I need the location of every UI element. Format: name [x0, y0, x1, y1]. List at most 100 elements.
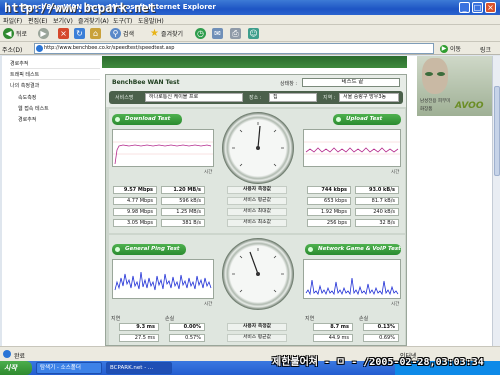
upload-test-title: Upload Test — [346, 116, 383, 122]
nav-divider — [10, 68, 100, 69]
menu-help[interactable]: 도움말(H) — [138, 16, 164, 25]
minimize-button[interactable]: _ — [459, 2, 470, 13]
latency-column-label: 지연 — [305, 316, 315, 322]
toolbar: ◀ 뒤로 ▶ × ↻ ⌂ ⚲ 검색 ★ 즐겨찾기 ◷ ✉ ⎙ ☺ — [0, 25, 500, 42]
gauge-needle — [257, 125, 261, 149]
row-label: 서비스 평균값 — [227, 334, 287, 342]
scrollbar-thumb[interactable] — [494, 86, 500, 176]
menu-view[interactable]: 보기(V) — [53, 16, 73, 25]
download-bytes-value: 596 kB/s — [161, 197, 205, 205]
download-upload-row: 3.05 Mbps 381 B/s 서비스 최소값 256 bps 32 B/s — [109, 219, 405, 228]
status-dot-icon — [336, 117, 341, 122]
upload-bytes-value: 240 kB/s — [355, 208, 399, 216]
gauge-needle — [249, 251, 259, 275]
mail-button[interactable]: ✉ — [212, 27, 223, 40]
home-button[interactable]: ⌂ — [90, 27, 101, 40]
address-url: http://www.benchbee.co.kr/speedtest/spee… — [44, 45, 175, 51]
ad-banner[interactable]: 남성전용 피부미 화장품 AVOO — [417, 56, 492, 116]
gauge-tick — [273, 163, 277, 167]
banner-logo: AVOO — [455, 101, 484, 111]
banner-caption: 화장품 — [420, 107, 433, 112]
start-button[interactable]: 시작 — [0, 361, 32, 375]
site-nav-subitem[interactable]: 웹 접속 테스트 — [18, 105, 49, 112]
speed-gauge — [222, 112, 294, 184]
download-mbps-value: 3.05 Mbps — [113, 219, 157, 227]
upload-kbps-value: 653 kbps — [307, 197, 351, 205]
download-graph-svg — [113, 141, 213, 165]
search-button[interactable]: ⚲ 검색 — [110, 27, 134, 40]
site-nav-item[interactable]: 경로추적 — [10, 60, 28, 67]
menu-file[interactable]: 파일(F) — [3, 16, 22, 25]
place-field: 집 — [269, 93, 317, 102]
banner-caption: 남성전용 피부미 — [420, 99, 451, 104]
gauge-tick — [239, 289, 243, 293]
upload-trace — [305, 147, 399, 153]
messenger-button[interactable]: ☺ — [248, 27, 259, 40]
upload-test-header[interactable]: Upload Test — [333, 114, 401, 125]
vertical-scrollbar[interactable] — [492, 56, 500, 346]
time-axis-label: 시간 — [391, 302, 400, 307]
download-test-header[interactable]: Download Test — [112, 114, 182, 125]
bandwidth-section: Download Test Upload Test 시간 시간 9.57 Mbp… — [109, 109, 405, 233]
ie-page-icon — [36, 45, 43, 52]
download-mbps-value: 9.57 Mbps — [113, 186, 157, 194]
region-label: 지역 : — [323, 95, 336, 101]
favorites-button[interactable]: ★ 즐겨찾기 — [150, 27, 183, 40]
menu-favorites[interactable]: 즐겨찾기(A) — [78, 16, 109, 25]
gauge-dial-svg — [232, 122, 284, 167]
taskbar-item-active[interactable]: BCPARK.net - ... — [106, 362, 172, 374]
history-button[interactable]: ◷ — [195, 27, 206, 40]
close-button[interactable]: × — [485, 2, 496, 13]
region-field: 서울 중랑구 망우3동 — [339, 93, 399, 102]
upload-kbps-value: 256 bps — [307, 219, 351, 227]
status-dot-icon — [308, 247, 313, 252]
download-graph — [112, 129, 214, 167]
game-voip-graph-svg — [305, 277, 399, 296]
row-label: 사용자 측정값 — [227, 186, 287, 194]
go-button[interactable]: ▶ 이동 — [440, 44, 461, 53]
download-test-title: Download Test — [125, 116, 171, 122]
ping-loss-value: 0.00% — [169, 323, 205, 331]
capture-timestamp-overlay: 제한불어쳐 - ㅁ - /2005-02-28,03:03:34 — [272, 357, 484, 368]
ping-game-row: 27.5 ms 0.57% 서비스 평균값 44.9 ms 0.69% — [109, 334, 405, 343]
download-trace — [114, 144, 212, 165]
back-button[interactable]: ◀ 뒤로 — [3, 27, 27, 40]
print-button[interactable]: ⎙ — [230, 27, 241, 40]
download-bytes-value: 1.20 MB/s — [161, 186, 205, 194]
banner-eye-shape — [425, 72, 433, 76]
gauge-hub — [256, 272, 260, 276]
game-voip-test-title: Network Game & VoIP Test — [318, 246, 401, 252]
isp-label: 서비스명 — [115, 95, 134, 101]
refresh-icon: ↻ — [74, 28, 85, 39]
upload-graph-svg — [304, 141, 400, 155]
site-nav-subitem[interactable]: 경로추적 — [18, 116, 36, 123]
menu-edit[interactable]: 편집(E) — [28, 16, 48, 25]
address-input[interactable]: http://www.benchbee.co.kr/speedtest/spee… — [34, 43, 434, 54]
site-nav-item[interactable]: 나의 측정결과 — [10, 82, 39, 89]
links-button[interactable]: 링크 — [480, 45, 491, 54]
go-label: 이동 — [450, 46, 462, 53]
gauge-dial-svg — [232, 248, 284, 293]
forward-button[interactable]: ▶ — [38, 27, 49, 40]
download-mbps-value: 4.77 Mbps — [113, 197, 157, 205]
time-axis-label: 시간 — [204, 302, 213, 307]
site-nav-subitem[interactable]: 속도측정 — [18, 94, 36, 101]
ping-test-header[interactable]: General Ping Test — [112, 244, 186, 255]
game-latency-value: 44.9 ms — [313, 334, 353, 342]
game-voip-test-header[interactable]: Network Game & VoIP Test — [305, 244, 401, 255]
status-dot-icon — [115, 247, 120, 252]
window-title-bar[interactable]: BenchBee WAN Test - Microsoft Internet E… — [0, 0, 500, 15]
stop-icon: × — [58, 28, 69, 39]
upload-kbps-value: 1.92 Mbps — [307, 208, 351, 216]
game-loss-value: 0.13% — [363, 323, 399, 331]
refresh-button[interactable]: ↻ — [74, 27, 85, 40]
taskbar-item[interactable]: 탐색기 - 소스폴더 — [36, 362, 102, 374]
app-header: BenchBee WAN Test 상태창 : 테스트 끝 서비스명 하나로통신… — [106, 75, 406, 107]
stop-button[interactable]: × — [58, 27, 69, 40]
maximize-button[interactable]: □ — [472, 2, 483, 13]
watermark-text: http://www.bcpark.net — [4, 1, 156, 15]
download-upload-row: 4.77 Mbps 596 kB/s 서비스 평균값 653 kbps 81.7… — [109, 197, 405, 206]
latency-column-label: 지연 — [111, 316, 121, 322]
site-nav-item[interactable]: 트래픽 테스트 — [10, 71, 39, 78]
menu-tools[interactable]: 도구(T) — [113, 16, 132, 25]
